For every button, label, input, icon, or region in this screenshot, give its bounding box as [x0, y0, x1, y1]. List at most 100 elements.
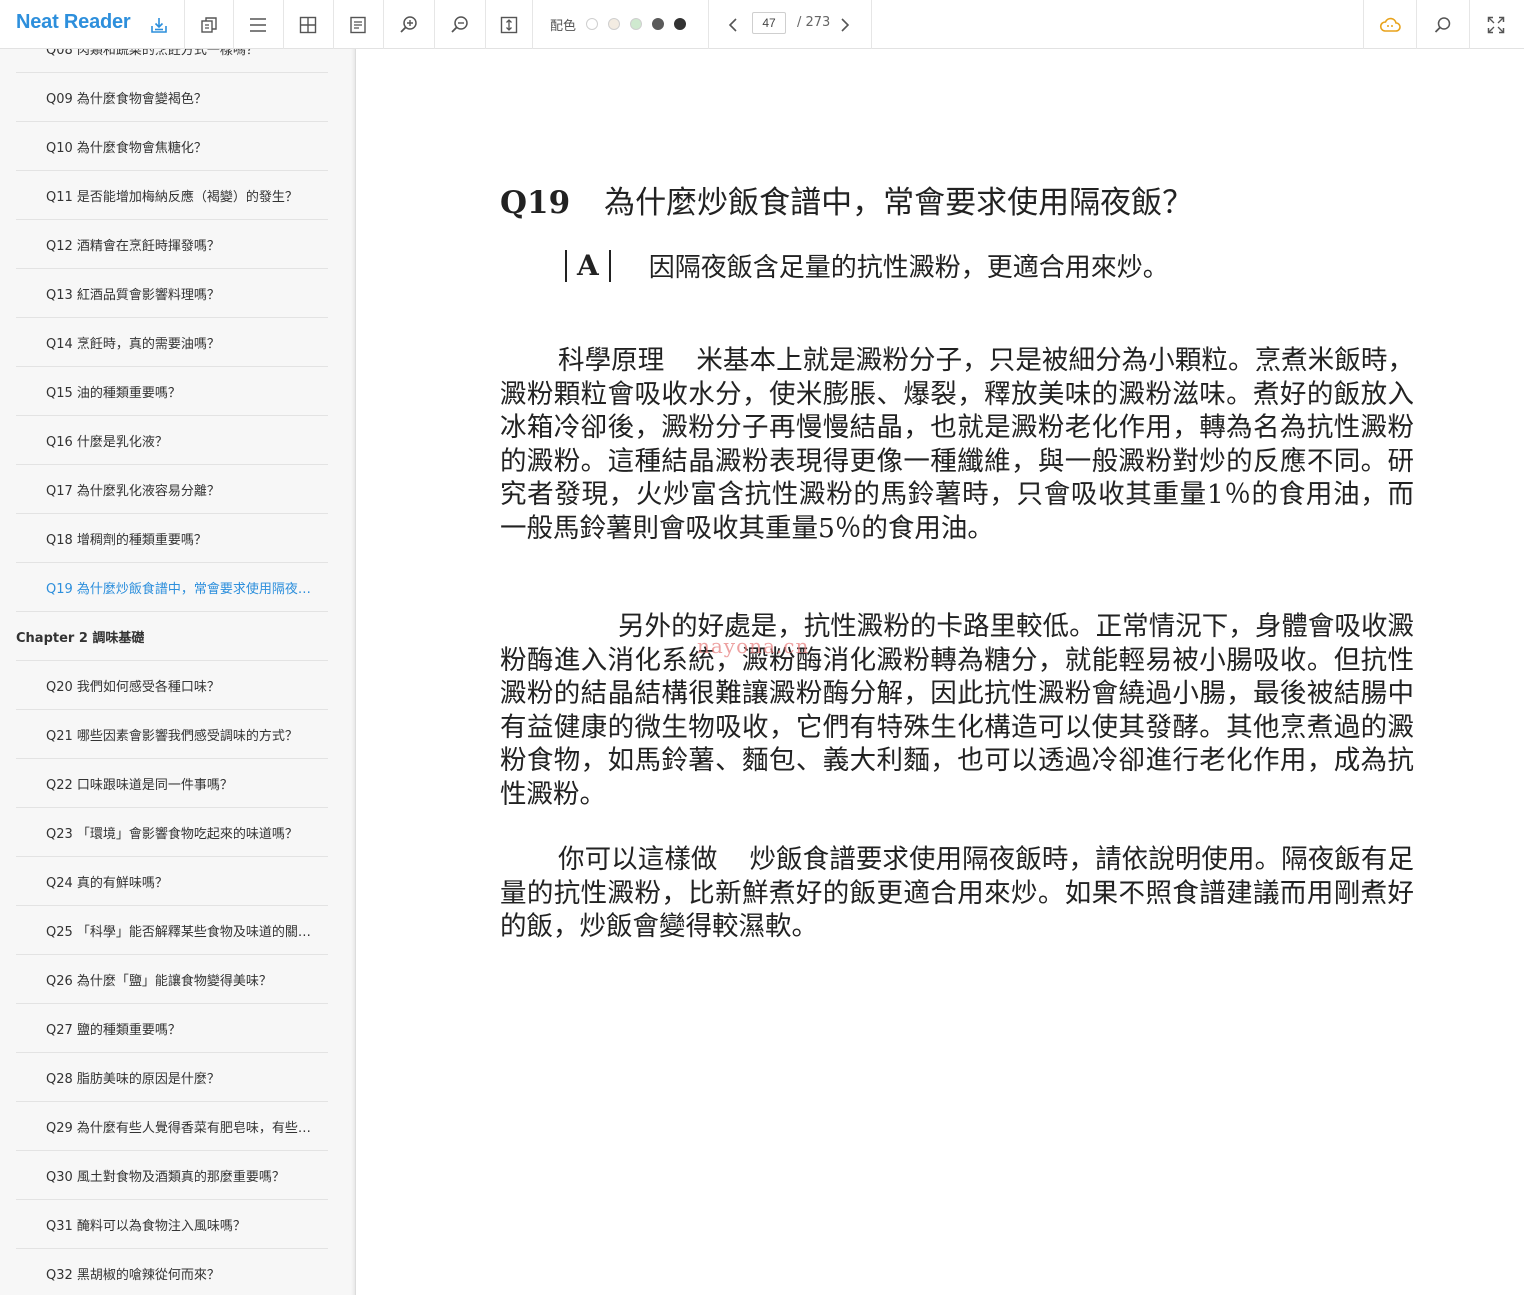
toc-item[interactable]: Q24 真的有鮮味嗎？: [16, 857, 328, 906]
zoom-in-icon: [400, 15, 417, 33]
toc-item-label: Q21 哪些因素會影響我們感受調味的方式？: [46, 728, 298, 744]
cloud-sync-icon: [1379, 17, 1401, 32]
reader-page: Q19 為什麼炒飯食譜中，常會要求使用隔夜飯？ A 因隔夜飯含足量的抗性澱粉，更適…: [357, 49, 1524, 1295]
paragraph-text-benefit: 另外的好處是，抗性澱粉的卡路里較低。正常情況下，身體會吸收澱粉酶進入消化系統，澱…: [500, 611, 1414, 810]
toc-item-label: Q11 是否能增加梅納反應（褐變）的發生？: [46, 189, 298, 205]
toc-item-label: Chapter 2 調味基礎: [16, 630, 145, 646]
toc-item[interactable]: Q13 紅酒品質會影響料理嗎？: [16, 269, 328, 318]
toc-item-label: Q30 風土對食物及酒類真的那麼重要嗎？: [46, 1169, 285, 1185]
toc-item-label: Q08 肉類和蔬菜的烹飪方式一樣嗎？: [46, 49, 259, 58]
fit-page-icon: [500, 16, 518, 33]
toc-item[interactable]: Q09 為什麼食物會變褐色？: [16, 73, 328, 122]
copy-icon: [201, 16, 217, 33]
theme-swatch-gray[interactable]: [652, 18, 664, 30]
import-button[interactable]: [146, 0, 172, 49]
zoom-out-icon: [451, 15, 468, 33]
paragraph-science: 科學原理 米基本上就是澱粉分子，只是被細分為小顆粒。烹煮米飯時，澱粉顆粒會吸收水分…: [500, 344, 1414, 546]
toc-item-label: Q32 黑胡椒的嗆辣從何而來？: [46, 1267, 220, 1283]
toc-item[interactable]: Q27 鹽的種類重要嗎？: [16, 1004, 328, 1053]
toc-item[interactable]: Q14 烹飪時，真的需要油嗎？: [16, 318, 328, 367]
toc-item[interactable]: Q19 為什麼炒飯食譜中，常會要求使用隔夜飯？: [16, 563, 328, 612]
toc-item[interactable]: Q17 為什麼乳化液容易分離？: [16, 465, 328, 514]
page-total: / 273: [797, 15, 831, 30]
cloud-sync-button[interactable]: [1364, 0, 1416, 49]
toc-item-label: Q17 為什麼乳化液容易分離？: [46, 483, 220, 499]
theme-label: 配色: [550, 19, 577, 34]
toc-item-label: Q19 為什麼炒飯食譜中，常會要求使用隔夜飯？: [46, 581, 318, 597]
toc-item[interactable]: Q23 「環境」會影響食物吃起來的味道嗎？: [16, 808, 328, 857]
watermark: nayona.cn: [697, 634, 810, 658]
toolbar: Neat Reader 配色 47 / 273: [0, 0, 1524, 49]
toc-item-label: Q12 酒精會在烹飪時揮發嗎？: [46, 238, 220, 254]
answer-line: A 因隔夜飯含足量的抗性澱粉，更適合用來炒。: [565, 247, 1169, 284]
zoom-in-button[interactable]: [384, 0, 434, 49]
toc-item-label: Q16 什麼是乳化液？: [46, 434, 168, 450]
question-number: Q19: [500, 185, 571, 221]
toc-item[interactable]: Q16 什麼是乳化液？: [16, 416, 328, 465]
fullscreen-button[interactable]: [1470, 0, 1522, 49]
fullscreen-icon: [1487, 16, 1505, 33]
page-number-input[interactable]: [752, 12, 786, 34]
theme-swatch-dark[interactable]: [674, 18, 686, 30]
toc-item-label: Q22 口味跟味道是同一件事嗎？: [46, 777, 233, 793]
toc-list-icon: [250, 17, 266, 32]
next-page-button[interactable]: [834, 0, 856, 49]
search-icon: [1434, 16, 1451, 33]
paragraph-label-science: 科學原理: [558, 345, 665, 376]
toc-item[interactable]: Q12 酒精會在烹飪時揮發嗎？: [16, 220, 328, 269]
toc-item[interactable]: Q31 醃料可以為食物注入風味嗎？: [16, 1200, 328, 1249]
toc-item[interactable]: Q28 脂肪美味的原因是什麼？: [16, 1053, 328, 1102]
toc-item[interactable]: Q11 是否能增加梅納反應（褐變）的發生？: [16, 171, 328, 220]
toc-item[interactable]: Q15 油的種類重要嗎？: [16, 367, 328, 416]
toc-item-label: Q14 烹飪時，真的需要油嗎？: [46, 336, 220, 352]
toc-item[interactable]: Q10 為什麼食物會焦糖化？: [16, 122, 328, 171]
toc-item[interactable]: Q21 哪些因素會影響我們感受調味的方式？: [16, 710, 328, 759]
toc-item-label: Q24 真的有鮮味嗎？: [46, 875, 168, 891]
toc-button[interactable]: [234, 0, 282, 49]
toc-item-label: Q26 為什麼「鹽」能讓食物變得美味？: [46, 973, 272, 989]
theme-swatch-sepia[interactable]: [608, 18, 620, 30]
paragraph-benefit: 另外的好處是，抗性澱粉的卡路里較低。正常情況下，身體會吸收澱粉酶進入消化系統，澱…: [500, 610, 1414, 812]
notes-button[interactable]: [334, 0, 382, 49]
import-icon: [151, 17, 167, 33]
paragraph-howto: 你可以這樣做 炒飯食譜要求使用隔夜飯時，請依說明使用。隔夜飯有足量的抗性澱粉，比新…: [500, 843, 1414, 944]
toc-item[interactable]: Q22 口味跟味道是同一件事嗎？: [16, 759, 328, 808]
zoom-out-button[interactable]: [435, 0, 485, 49]
toc-item-label: Q18 增稠劑的種類重要嗎？: [46, 532, 207, 548]
theme-swatch-green[interactable]: [630, 18, 642, 30]
toc-item-label: Q28 脂肪美味的原因是什麼？: [46, 1071, 220, 1087]
toc-item-label: Q31 醃料可以為食物注入風味嗎？: [46, 1218, 246, 1234]
app-logo: Neat Reader: [16, 11, 131, 33]
toc-item[interactable]: Q26 為什麼「鹽」能讓食物變得美味？: [16, 955, 328, 1004]
toc-item[interactable]: Q08 肉類和蔬菜的烹飪方式一樣嗎？: [16, 49, 328, 73]
theme-swatch-white[interactable]: [586, 18, 598, 30]
toc-item-label: Q23 「環境」會影響食物吃起來的味道嗎？: [46, 826, 298, 842]
notes-icon: [350, 16, 366, 33]
grid-view-button[interactable]: [284, 0, 332, 49]
toc-item-label: Q29 為什麼有些人覺得香菜有肥皂味，有些人不會？: [46, 1120, 318, 1136]
toc-sidebar: Q08 肉類和蔬菜的烹飪方式一樣嗎？ Q09 為什麼食物會變褐色？ Q10 為什麼食…: [0, 49, 356, 1295]
prev-page-icon: [728, 17, 737, 32]
toc-chapter-heading[interactable]: Chapter 2 調味基礎: [16, 612, 328, 661]
toc-item[interactable]: Q18 增稠劑的種類重要嗎？: [16, 514, 328, 563]
copy-button[interactable]: [185, 0, 233, 49]
answer-mark: A: [565, 249, 611, 282]
grid-icon: [299, 16, 317, 33]
paragraph-label-howto: 你可以這樣做: [558, 844, 718, 875]
question-heading: Q19 為什麼炒飯食譜中，常會要求使用隔夜飯？: [500, 177, 1400, 222]
toc-item-label: Q25 「科學」能否解釋某些食物及味道的關聯？: [46, 924, 318, 940]
toc-item[interactable]: Q32 黑胡椒的嗆辣從何而來？: [16, 1249, 328, 1295]
toc-item[interactable]: Q20 我們如何感受各種口味？: [16, 661, 328, 710]
toc-item-label: Q27 鹽的種類重要嗎？: [46, 1022, 181, 1038]
toc-item-label: Q10 為什麼食物會焦糖化？: [46, 140, 207, 156]
toc-item-label: Q15 油的種類重要嗎？: [46, 385, 181, 401]
prev-page-button[interactable]: [722, 0, 744, 49]
toc-item[interactable]: Q30 風土對食物及酒類真的那麼重要嗎？: [16, 1151, 328, 1200]
next-page-icon: [841, 17, 850, 32]
toc-item-label: Q13 紅酒品質會影響料理嗎？: [46, 287, 220, 303]
question-text: 為什麼炒飯食譜中，常會要求使用隔夜飯？: [604, 185, 1194, 221]
toc-item[interactable]: Q25 「科學」能否解釋某些食物及味道的關聯？: [16, 906, 328, 955]
toc-item[interactable]: Q29 為什麼有些人覺得香菜有肥皂味，有些人不會？: [16, 1102, 328, 1151]
search-button[interactable]: [1417, 0, 1469, 49]
fit-page-button[interactable]: [486, 0, 532, 49]
